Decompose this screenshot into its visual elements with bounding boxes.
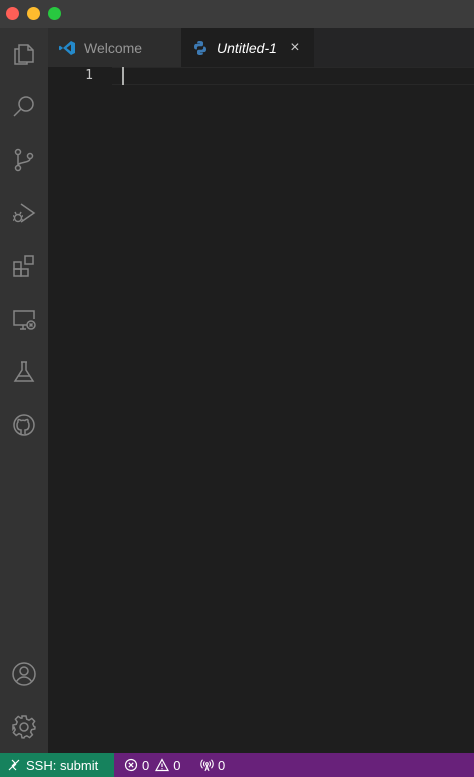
github-icon <box>13 414 35 436</box>
activity-bar <box>0 28 48 753</box>
remote-icon <box>8 759 20 771</box>
tab-label: Welcome <box>84 39 143 56</box>
minimize-window-button[interactable] <box>27 7 40 20</box>
tab-label: Untitled-1 <box>217 39 277 56</box>
editor-tab-bar: Welcome Untitled-1 × <box>48 28 474 67</box>
line-number: 1 <box>85 68 93 83</box>
maximize-window-button[interactable] <box>48 7 61 20</box>
vscode-icon <box>59 40 75 55</box>
source-control-icon <box>14 148 34 172</box>
search-icon <box>13 96 34 117</box>
activity-manage[interactable] <box>0 703 48 751</box>
flask-icon <box>13 361 35 382</box>
tab-welcome[interactable]: Welcome <box>48 28 181 67</box>
activity-explorer[interactable] <box>0 30 48 78</box>
title-bar <box>0 0 474 28</box>
error-icon <box>124 758 138 772</box>
warning-icon <box>155 758 170 772</box>
ports-count: 0 <box>218 757 226 773</box>
activity-remote-explorer[interactable] <box>0 295 48 343</box>
activity-testing[interactable] <box>0 348 48 396</box>
activity-run-debug[interactable] <box>0 189 48 237</box>
ports-status[interactable]: 0 <box>200 753 231 777</box>
warning-count: 0 <box>173 757 181 773</box>
close-tab-button[interactable]: × <box>287 39 303 57</box>
run-debug-icon <box>13 203 36 223</box>
account-icon <box>12 662 36 686</box>
python-icon <box>194 40 206 55</box>
close-window-button[interactable] <box>6 7 19 20</box>
activity-search[interactable] <box>0 83 48 131</box>
status-bar: SSH: submit 0 0 0 <box>0 753 474 777</box>
broadcast-icon <box>200 759 214 772</box>
files-icon <box>14 44 34 65</box>
problems-status[interactable]: 0 0 <box>124 753 186 777</box>
activity-github[interactable] <box>0 401 48 449</box>
text-cursor <box>122 67 124 85</box>
activity-extensions[interactable] <box>0 242 48 290</box>
remote-explorer-icon <box>13 310 36 330</box>
code-editor[interactable]: 1 <box>48 67 474 753</box>
activity-source-control[interactable] <box>0 136 48 184</box>
activity-accounts[interactable] <box>0 650 48 698</box>
vscode-window: Welcome Untitled-1 × 1 SSH: submit 0 0 0 <box>0 0 474 777</box>
extensions-icon <box>13 255 34 277</box>
remote-label: SSH: submit <box>26 757 99 773</box>
error-count: 0 <box>142 757 150 773</box>
tab-untitled-1[interactable]: Untitled-1 × <box>181 28 314 67</box>
remote-indicator-button[interactable]: SSH: submit <box>0 753 114 777</box>
gear-icon <box>12 715 36 739</box>
current-line-highlight <box>112 67 474 85</box>
